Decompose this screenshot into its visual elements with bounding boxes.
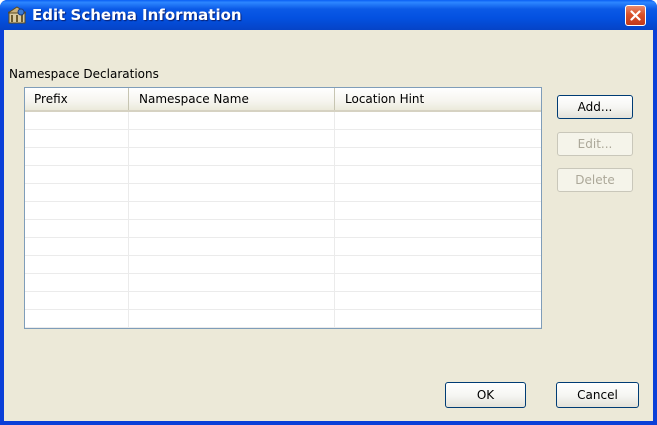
table-cell[interactable] <box>335 184 541 202</box>
table-cell[interactable] <box>25 292 129 310</box>
table-cell[interactable] <box>335 202 541 220</box>
delete-button[interactable]: Delete <box>557 168 633 192</box>
table-row[interactable] <box>25 184 541 202</box>
close-button[interactable] <box>625 5 646 26</box>
column-header-location-hint[interactable]: Location Hint <box>335 88 541 110</box>
table-cell[interactable] <box>25 166 129 184</box>
column-header-prefix[interactable]: Prefix <box>25 88 129 110</box>
table-cell[interactable] <box>129 112 335 130</box>
table-cell[interactable] <box>129 220 335 238</box>
table-cell[interactable] <box>335 274 541 292</box>
ok-button[interactable]: OK <box>445 382 526 408</box>
table-cell[interactable] <box>335 130 541 148</box>
table-cell[interactable] <box>25 256 129 274</box>
table-row[interactable] <box>25 256 541 274</box>
table-cell[interactable] <box>129 130 335 148</box>
table-row[interactable] <box>25 202 541 220</box>
column-header-namespace-name[interactable]: Namespace Name <box>129 88 335 110</box>
table-cell[interactable] <box>129 238 335 256</box>
table-row[interactable] <box>25 274 541 292</box>
table-cell[interactable] <box>129 166 335 184</box>
window-title: Edit Schema Information <box>32 6 242 24</box>
table-cell[interactable] <box>335 238 541 256</box>
table-cell[interactable] <box>335 256 541 274</box>
table-cell[interactable] <box>335 310 541 328</box>
table-row[interactable] <box>25 220 541 238</box>
table-row[interactable] <box>25 292 541 310</box>
table-cell[interactable] <box>335 166 541 184</box>
table-cell[interactable] <box>129 310 335 328</box>
namespace-table[interactable]: Prefix Namespace Name Location Hint <box>24 87 542 329</box>
table-cell[interactable] <box>25 148 129 166</box>
table-cell[interactable] <box>25 130 129 148</box>
table-row[interactable] <box>25 238 541 256</box>
dialog-window: Edit Schema Information Namespace Declar… <box>0 0 657 425</box>
table-cell[interactable] <box>335 220 541 238</box>
schema-icon <box>6 6 28 24</box>
table-row[interactable] <box>25 310 541 328</box>
table-row[interactable] <box>25 130 541 148</box>
title-bar[interactable]: Edit Schema Information <box>0 0 657 30</box>
namespace-declarations-label: Namespace Declarations <box>9 67 159 81</box>
table-row[interactable] <box>25 166 541 184</box>
table-body[interactable] <box>25 112 541 328</box>
table-cell[interactable] <box>25 112 129 130</box>
dialog-body: Namespace Declarations Prefix Namespace … <box>4 30 653 421</box>
cancel-button[interactable]: Cancel <box>556 382 639 408</box>
table-cell[interactable] <box>129 274 335 292</box>
table-cell[interactable] <box>129 148 335 166</box>
table-row[interactable] <box>25 148 541 166</box>
table-cell[interactable] <box>25 274 129 292</box>
table-cell[interactable] <box>25 220 129 238</box>
table-cell[interactable] <box>335 292 541 310</box>
table-cell[interactable] <box>129 292 335 310</box>
table-cell[interactable] <box>25 184 129 202</box>
table-cell[interactable] <box>25 202 129 220</box>
table-row[interactable] <box>25 112 541 130</box>
edit-button[interactable]: Edit... <box>557 132 633 156</box>
table-cell[interactable] <box>335 112 541 130</box>
table-cell[interactable] <box>335 148 541 166</box>
table-cell[interactable] <box>25 238 129 256</box>
close-icon <box>630 10 641 21</box>
table-cell[interactable] <box>25 310 129 328</box>
table-cell[interactable] <box>129 184 335 202</box>
table-cell[interactable] <box>129 202 335 220</box>
table-header: Prefix Namespace Name Location Hint <box>25 88 541 112</box>
add-button[interactable]: Add... <box>557 95 633 119</box>
table-cell[interactable] <box>129 256 335 274</box>
